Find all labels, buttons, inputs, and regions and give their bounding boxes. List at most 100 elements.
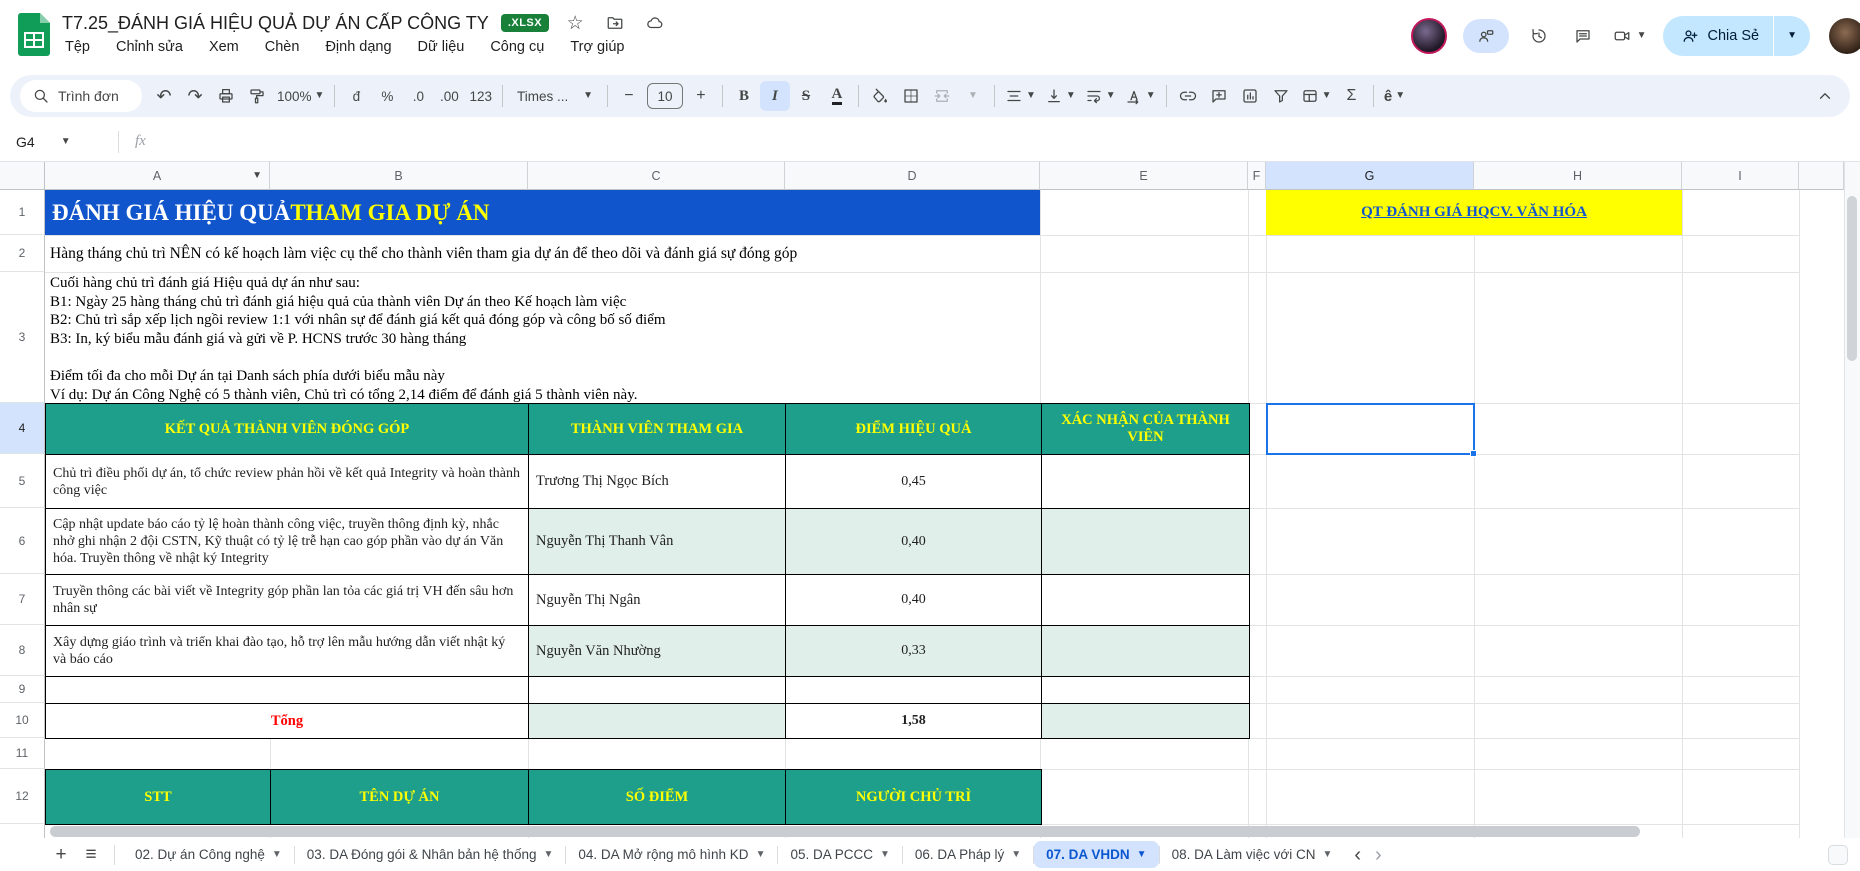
column-header-g[interactable]: G <box>1266 162 1474 190</box>
sheet-tab-05[interactable]: 05. DA PCCC▼ <box>778 841 901 868</box>
sheet-tab-02[interactable]: 02. Dự án Công nghệ▼ <box>123 841 294 868</box>
menu-help[interactable]: Trợ giúp <box>561 36 633 58</box>
decrease-decimal-button[interactable]: .0 <box>403 81 433 111</box>
sheet-tab-07-active[interactable]: 07. DA VHDN▼ <box>1034 841 1158 868</box>
table-header-cell[interactable]: THÀNH VIÊN THAM GIA <box>529 404 786 455</box>
scroll-tabs-right-icon[interactable]: › <box>1375 845 1382 865</box>
version-history-icon[interactable] <box>1525 22 1553 50</box>
score-cell[interactable]: 0,40 <box>786 509 1042 575</box>
increase-font-size-button[interactable]: + <box>686 81 716 111</box>
more-formats-button[interactable]: 123 <box>465 81 496 111</box>
column-header-d[interactable]: D <box>785 162 1040 190</box>
table-header-cell[interactable]: XÁC NHẬN CỦA THÀNH VIÊN <box>1042 404 1250 455</box>
menu-data[interactable]: Dữ liệu <box>409 36 474 58</box>
score-cell[interactable] <box>786 677 1042 704</box>
chevron-down-icon[interactable]: ▼ <box>252 171 262 181</box>
score-cell[interactable]: 0,40 <box>786 575 1042 626</box>
member-cell[interactable]: Nguyễn Thị Ngân <box>529 575 786 626</box>
row-header-5[interactable]: 5 <box>0 454 45 508</box>
table-header-cell[interactable]: STT <box>46 770 271 825</box>
print-button[interactable] <box>211 81 241 111</box>
row-header-7[interactable]: 7 <box>0 574 45 625</box>
result-cell[interactable] <box>46 677 529 704</box>
search-menus-button[interactable]: Trình đơn <box>20 80 142 112</box>
row-header-2[interactable]: 2 <box>0 235 45 272</box>
column-header-e[interactable]: E <box>1040 162 1248 190</box>
column-header-b[interactable]: B <box>270 162 528 190</box>
note-row3-cell[interactable]: Cuối hàng chủ trì đánh giá Hiệu quả dự á… <box>50 274 666 404</box>
sheet-tab-06[interactable]: 06. DA Pháp lý▼ <box>903 841 1033 868</box>
share-dropdown[interactable]: ▼ <box>1774 31 1810 41</box>
font-family-select[interactable]: Times ... ▼ <box>509 81 601 111</box>
confirm-cell[interactable] <box>1042 575 1250 626</box>
empty-cell[interactable] <box>1042 704 1250 739</box>
member-cell[interactable]: Nguyễn Thị Thanh Vân <box>529 509 786 575</box>
row-header-9[interactable]: 9 <box>0 676 45 703</box>
format-percent-button[interactable]: % <box>372 81 402 111</box>
row-header-4[interactable]: 4 <box>0 403 45 454</box>
menu-format[interactable]: Định dạng <box>316 36 400 58</box>
bold-button[interactable]: B <box>729 81 759 111</box>
horizontal-align-button[interactable]: ▼ <box>1001 81 1040 111</box>
name-box[interactable]: G4 ▼ <box>0 122 118 161</box>
row-header-11[interactable]: 11 <box>0 738 45 769</box>
row-header-8[interactable]: 8 <box>0 625 45 676</box>
confirm-cell[interactable] <box>1042 626 1250 677</box>
sheet-tab-04[interactable]: 04. DA Mở rộng mô hình KD▼ <box>566 841 777 868</box>
italic-button[interactable]: I <box>760 81 790 111</box>
text-rotation-button[interactable]: ▼ <box>1121 81 1160 111</box>
member-cell[interactable]: Trương Thị Ngọc Bích <box>529 455 786 509</box>
functions-button[interactable]: Σ <box>1337 81 1367 111</box>
menu-file[interactable]: Tệp <box>56 36 99 58</box>
table-header-cell[interactable]: ĐIỂM HIỆU QUẢ <box>786 404 1042 455</box>
vertical-scrollbar-thumb[interactable] <box>1847 196 1857 361</box>
merge-cells-button[interactable] <box>927 81 957 111</box>
account-avatar[interactable] <box>1826 15 1860 57</box>
confirm-cell[interactable] <box>1042 455 1250 509</box>
title-banner-cell[interactable]: ĐÁNH GIÁ HIỆU QUẢ THAM GIA DỰ ÁN <box>45 190 1040 235</box>
confirm-cell[interactable] <box>1042 677 1250 704</box>
add-sheet-button[interactable]: + <box>46 840 76 870</box>
move-folder-icon[interactable] <box>601 9 629 37</box>
insert-link-button[interactable] <box>1173 81 1203 111</box>
increase-decimal-button[interactable]: .00 <box>434 81 464 111</box>
collaborator-avatar[interactable] <box>1411 18 1447 54</box>
column-header-a[interactable]: A▼ <box>45 162 270 190</box>
menu-edit[interactable]: Chỉnh sửa <box>107 36 192 58</box>
row-header-13[interactable] <box>0 824 45 838</box>
formula-input[interactable] <box>160 122 1860 161</box>
menu-tools[interactable]: Công cụ <box>481 36 553 58</box>
row-header-3[interactable]: 3 <box>0 272 45 403</box>
strikethrough-button[interactable]: S <box>791 81 821 111</box>
all-sheets-button[interactable]: ≡ <box>76 840 106 870</box>
total-value-cell[interactable]: 1,58 <box>786 704 1042 739</box>
menu-insert[interactable]: Chèn <box>256 36 309 58</box>
text-color-button[interactable]: A <box>822 81 852 111</box>
column-header-c[interactable]: C <box>528 162 785 190</box>
merge-dropdown[interactable]: ▼ <box>958 81 988 111</box>
member-cell[interactable]: Nguyễn Văn Nhường <box>529 626 786 677</box>
horizontal-scrollbar[interactable] <box>50 826 1640 837</box>
result-cell[interactable]: Cập nhật update báo cáo tỷ lệ hoàn thành… <box>46 509 529 575</box>
insert-comment-button[interactable] <box>1204 81 1234 111</box>
table-header-cell[interactable]: TÊN DỰ ÁN <box>271 770 529 825</box>
result-cell[interactable]: Truyền thông các bài viết về Integrity g… <box>46 575 529 626</box>
column-header-i[interactable]: I <box>1682 162 1799 190</box>
selected-cell-g4[interactable] <box>1266 403 1475 455</box>
sheet-tab-03[interactable]: 03. DA Đóng gói & Nhân bản hệ thống▼ <box>295 841 566 868</box>
fill-color-button[interactable] <box>865 81 895 111</box>
sheet-tab-08[interactable]: 08. DA Làm việc với CN▼ <box>1160 841 1345 868</box>
collapse-toolbar-button[interactable] <box>1810 81 1840 111</box>
scroll-tabs-left-icon[interactable]: ‹ <box>1354 845 1361 865</box>
empty-cell[interactable] <box>529 704 786 739</box>
member-cell[interactable] <box>529 677 786 704</box>
paint-format-button[interactable] <box>242 81 272 111</box>
comments-icon[interactable] <box>1569 22 1597 50</box>
table-header-cell[interactable]: KẾT QUẢ THÀNH VIÊN ĐÓNG GÓP <box>46 404 529 455</box>
filter-button[interactable] <box>1266 81 1296 111</box>
decrease-font-size-button[interactable]: − <box>614 81 644 111</box>
result-cell[interactable]: Xây dựng giáo trình và triển khai đào tạ… <box>46 626 529 677</box>
borders-button[interactable] <box>896 81 926 111</box>
font-size-input[interactable]: 10 <box>647 83 683 109</box>
text-wrap-button[interactable]: ▼ <box>1081 81 1120 111</box>
